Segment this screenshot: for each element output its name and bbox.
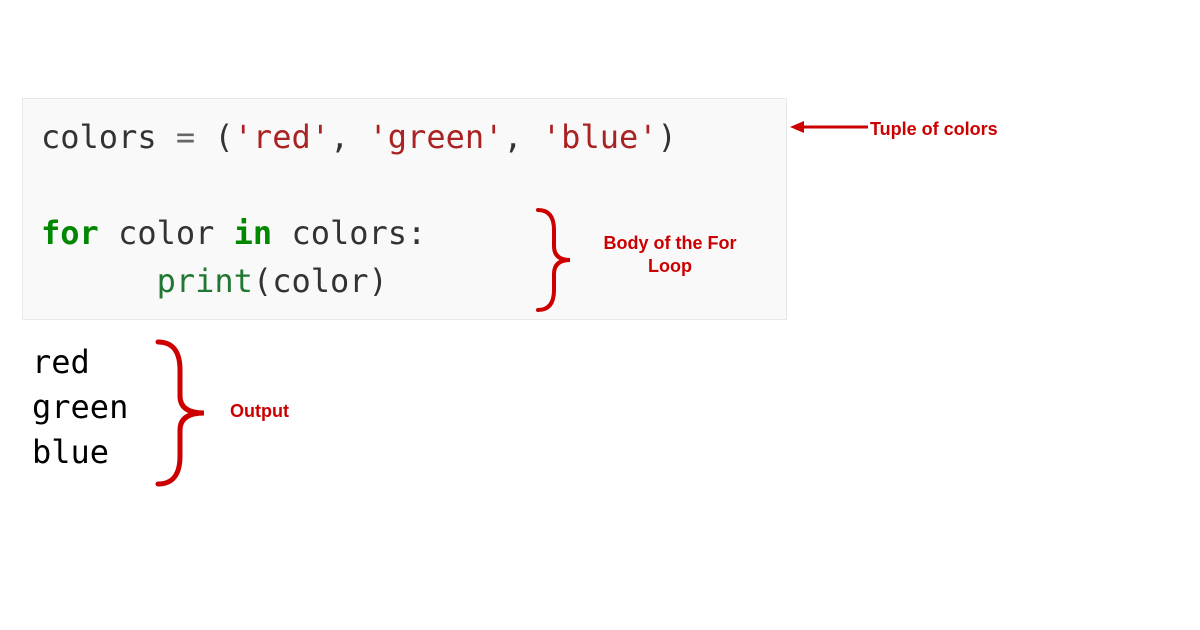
token-string: 'green' [369, 118, 504, 156]
token-string: 'red' [234, 118, 330, 156]
token-eq: = [157, 118, 215, 156]
token-string: 'blue' [542, 118, 658, 156]
token-func: print [157, 262, 253, 300]
token-indent [41, 262, 157, 300]
annotation-body: Body of the For Loop [590, 232, 750, 277]
annotation-tuple: Tuple of colors [870, 118, 998, 141]
annotation-output: Output [230, 400, 289, 423]
token-arg: color [272, 262, 368, 300]
token-comma: , [503, 118, 542, 156]
code-block: colors = ('red', 'green', 'blue') for co… [22, 98, 787, 320]
output-line: red [32, 340, 128, 385]
output-block: red green blue [32, 340, 128, 474]
code-line-1: colors = ('red', 'green', 'blue') [41, 113, 768, 161]
token-colon: : [407, 214, 426, 252]
token-paren-close: ) [658, 118, 677, 156]
token-for: for [41, 214, 99, 252]
output-line: blue [32, 430, 128, 475]
token-var: colors [41, 118, 157, 156]
code-blank-line [41, 161, 768, 209]
token-space [214, 214, 233, 252]
token-paren-open: ( [214, 118, 233, 156]
token-paren-open: ( [253, 262, 272, 300]
token-space [272, 214, 291, 252]
brace-icon [150, 338, 215, 488]
output-line: green [32, 385, 128, 430]
token-var: color [118, 214, 214, 252]
token-var: colors [291, 214, 407, 252]
token-space [99, 214, 118, 252]
arrow-icon [790, 115, 868, 139]
token-paren-close: ) [369, 262, 388, 300]
token-in: in [234, 214, 273, 252]
token-comma: , [330, 118, 369, 156]
